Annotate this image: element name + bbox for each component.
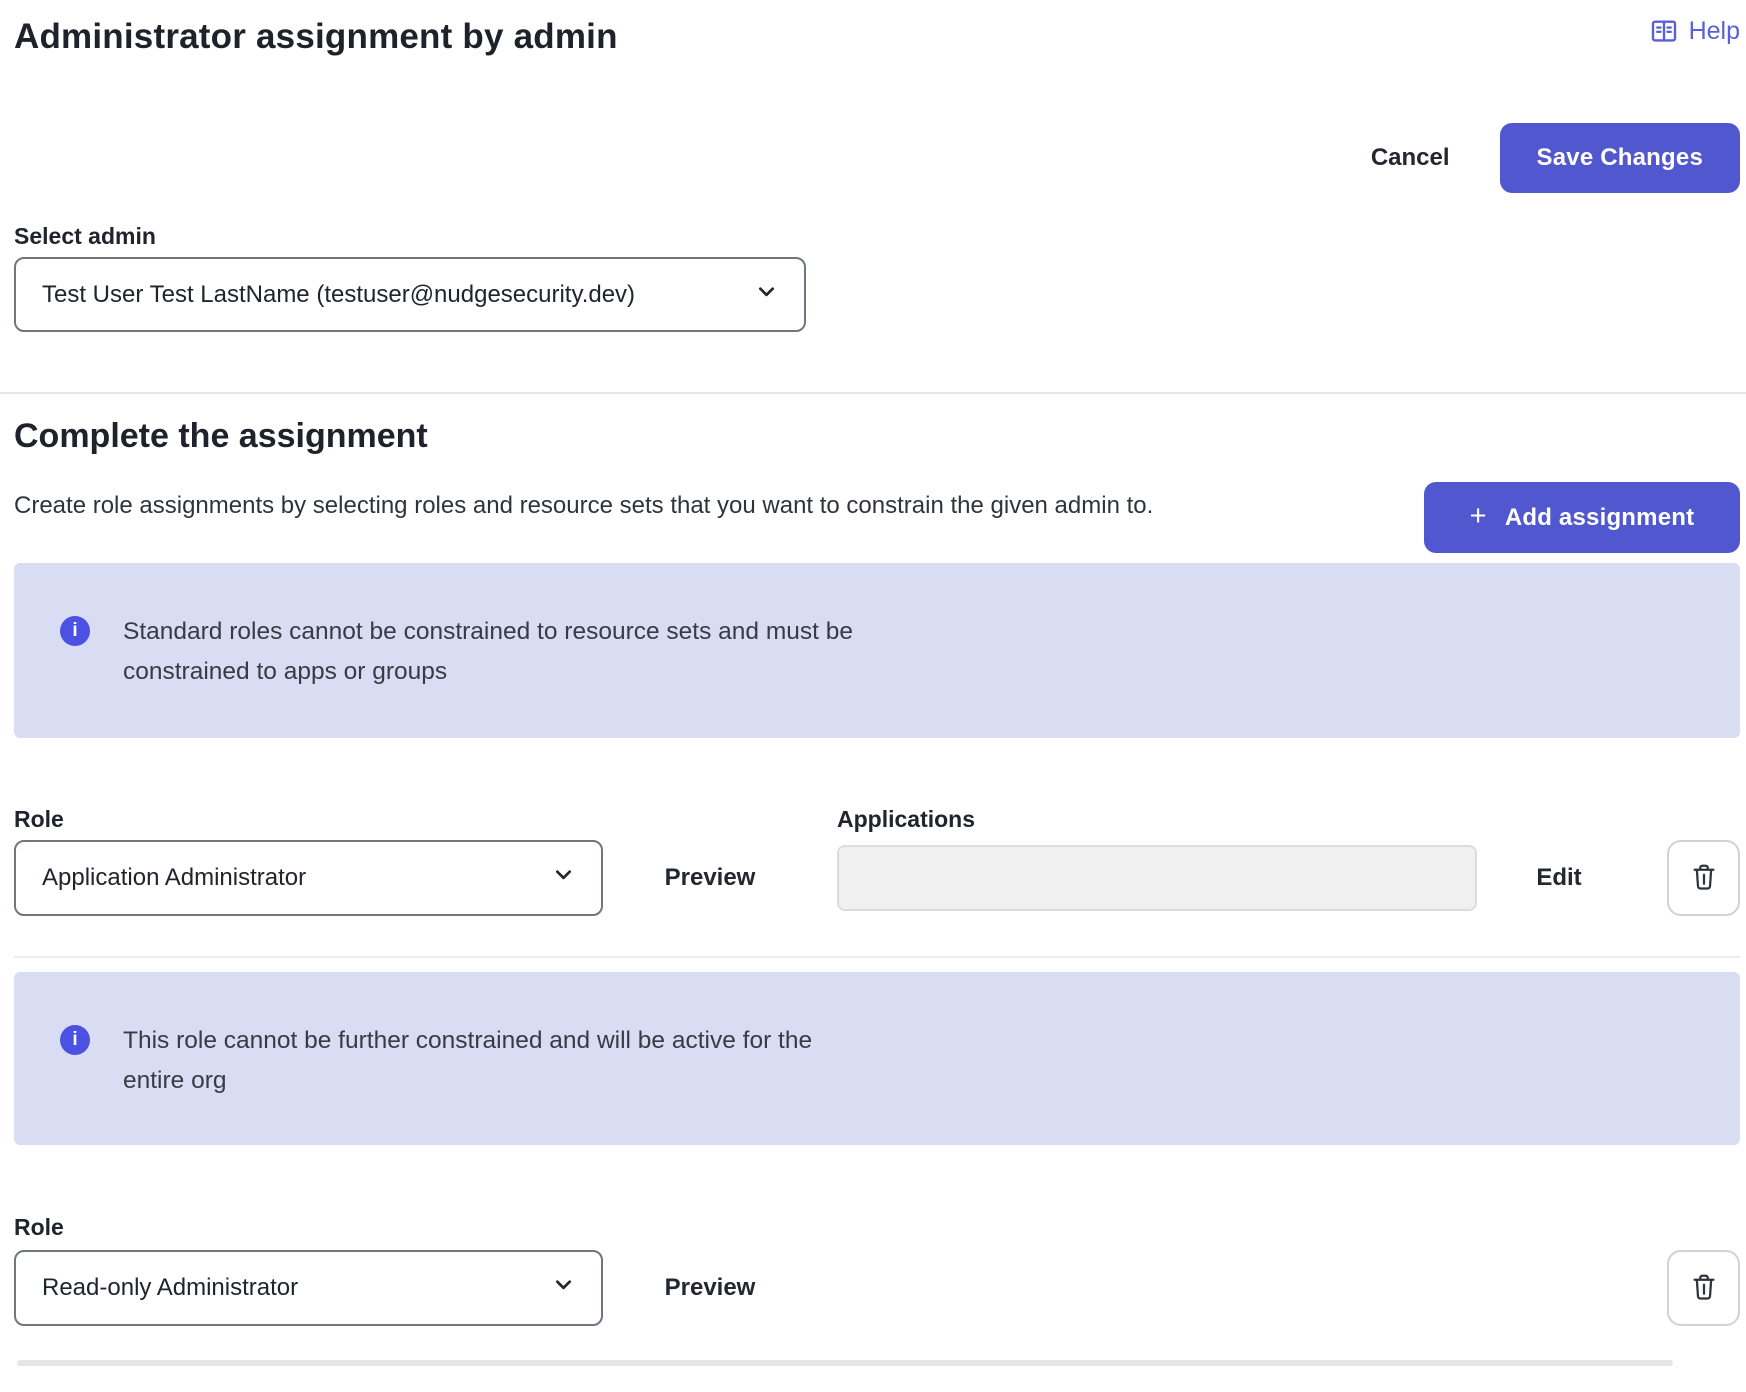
add-assignment-button[interactable]: + Add assignment xyxy=(1424,482,1740,553)
chevron-down-icon xyxy=(753,278,780,312)
select-admin-value: Test User Test LastName (testuser@nudges… xyxy=(42,281,635,309)
add-assignment-label: Add assignment xyxy=(1505,504,1695,532)
section-divider xyxy=(0,392,1746,394)
role-label: Role xyxy=(14,1214,603,1241)
trash-icon xyxy=(1689,1271,1719,1306)
preview-link-2[interactable]: Preview xyxy=(665,1274,756,1301)
info-icon: i xyxy=(60,1025,90,1055)
preview-link-1[interactable]: Preview xyxy=(665,864,756,891)
info-banner-line-2: constrained to apps or groups xyxy=(123,652,853,692)
trash-icon xyxy=(1689,861,1719,896)
assignment-description: Create role assignments by selecting rol… xyxy=(14,482,1384,521)
select-admin-label: Select admin xyxy=(14,223,1740,251)
edit-applications-link[interactable]: Edit xyxy=(1536,864,1581,891)
role-dropdown-1-value: Application Administrator xyxy=(42,864,306,892)
top-bar: Administrator assignment by admin Help xyxy=(14,0,1740,60)
role-dropdown-2-value: Read-only Administrator xyxy=(42,1274,298,1302)
bottom-divider xyxy=(17,1360,1673,1366)
admin-assignment-page: Administrator assignment by admin Help C… xyxy=(0,0,1746,1366)
assignment-row-1: Application Administrator Preview Edit xyxy=(14,840,1740,916)
chevron-down-icon xyxy=(550,1271,577,1305)
form-actions: Cancel Save Changes xyxy=(14,123,1740,193)
help-label: Help xyxy=(1689,17,1740,46)
info-banner-text: This role cannot be further constrained … xyxy=(123,1021,812,1145)
role-dropdown-1[interactable]: Application Administrator xyxy=(14,840,603,916)
row-divider xyxy=(14,956,1740,958)
help-link[interactable]: Help xyxy=(1649,16,1740,46)
info-banner-role-constraint: i This role cannot be further constraine… xyxy=(14,972,1740,1145)
role-label: Role xyxy=(14,806,603,833)
assignment-row-2-labels: Role xyxy=(14,1211,1740,1241)
cancel-button[interactable]: Cancel xyxy=(1371,144,1450,172)
plus-icon: + xyxy=(1470,502,1487,531)
info-banner-text: Standard roles cannot be constrained to … xyxy=(123,612,853,738)
page-title: Administrator assignment by admin xyxy=(14,14,618,60)
delete-assignment-button-2[interactable] xyxy=(1667,1250,1740,1326)
applications-input xyxy=(837,845,1477,911)
assignment-row-1-labels: Role Applications xyxy=(14,803,1740,833)
assignment-description-row: Create role assignments by selecting rol… xyxy=(14,482,1740,553)
open-book-icon xyxy=(1649,16,1679,46)
info-banner-line-2: entire org xyxy=(123,1061,812,1101)
applications-label: Applications xyxy=(837,806,1477,833)
role-dropdown-2[interactable]: Read-only Administrator xyxy=(14,1250,603,1326)
save-changes-button[interactable]: Save Changes xyxy=(1500,123,1740,193)
info-banner-line-1: Standard roles cannot be constrained to … xyxy=(123,612,853,652)
select-admin-dropdown[interactable]: Test User Test LastName (testuser@nudges… xyxy=(14,257,806,332)
info-banner-line-1: This role cannot be further constrained … xyxy=(123,1021,812,1061)
assignment-section-title: Complete the assignment xyxy=(14,414,1740,458)
delete-assignment-button-1[interactable] xyxy=(1667,840,1740,916)
info-banner-standard-roles: i Standard roles cannot be constrained t… xyxy=(14,563,1740,738)
info-icon: i xyxy=(60,616,90,646)
chevron-down-icon xyxy=(550,861,577,895)
assignment-row-2: Read-only Administrator Preview xyxy=(14,1250,1740,1326)
